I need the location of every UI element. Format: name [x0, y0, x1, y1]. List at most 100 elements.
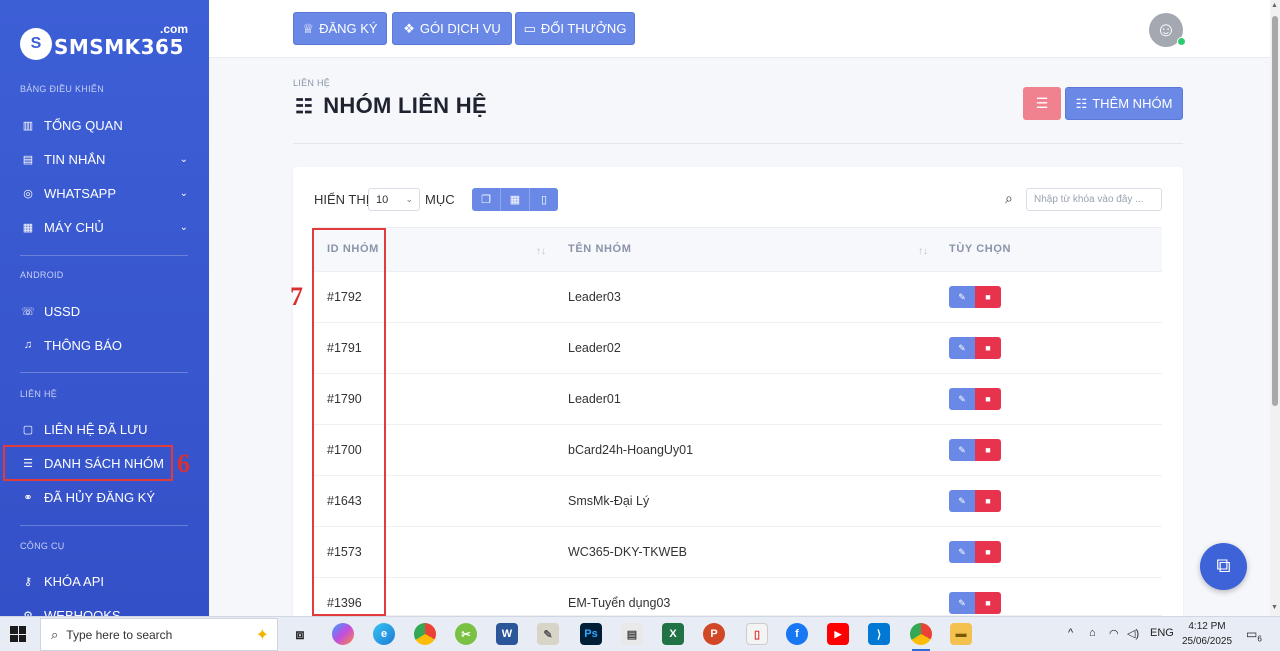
- sort-icon[interactable]: ↑↓: [918, 246, 928, 257]
- brand-suffix: .com: [160, 22, 189, 36]
- edit-button[interactable]: ✎: [949, 490, 975, 512]
- redeem-button[interactable]: ▭ ĐỔI THƯỞNG: [515, 12, 635, 45]
- annotation-marker-7: 7: [290, 282, 303, 311]
- taskbar-search-box[interactable]: ⌕ Type here to search ✦: [40, 618, 278, 651]
- photoshop-app-icon[interactable]: Ps: [580, 623, 602, 645]
- online-status-dot: [1177, 37, 1186, 46]
- task-view-icon[interactable]: ⧈: [289, 623, 311, 645]
- delete-button[interactable]: ■: [975, 286, 1001, 308]
- group-name: EM-Tuyển dụng03: [568, 596, 671, 610]
- sidebar-item-notifications[interactable]: ♫ THÔNG BÁO: [20, 332, 190, 358]
- trash-icon: ■: [985, 547, 991, 557]
- sidebar-item-whatsapp[interactable]: ◎ WHATSAPP ⌄: [20, 180, 190, 206]
- sort-icon[interactable]: ↑↓: [536, 246, 546, 257]
- delete-button[interactable]: ■: [975, 439, 1001, 461]
- sidebar-item-api-key[interactable]: ⚷ KHÓA API: [20, 568, 190, 594]
- chart-icon: ▥: [22, 119, 34, 132]
- trash-icon: ■: [985, 394, 991, 404]
- trash-icon: ■: [985, 496, 991, 506]
- tray-wifi-icon[interactable]: ◠: [1109, 627, 1119, 640]
- delete-button[interactable]: ■: [975, 541, 1001, 563]
- breadcrumb[interactable]: LIÊN HỆ: [293, 78, 330, 88]
- powerpoint-app-icon[interactable]: P: [703, 623, 725, 645]
- delete-button[interactable]: ■: [975, 337, 1001, 359]
- table-row: #1700 bCard24h-HoangUy01 ✎ ■: [314, 425, 1162, 476]
- greenshot-app-icon[interactable]: ✂: [455, 623, 477, 645]
- scroll-up-arrow-icon[interactable]: ▲: [1271, 2, 1278, 9]
- sidebar-item-messages[interactable]: ▤ TIN NHẮN ⌄: [20, 146, 190, 172]
- sidebar-item-unsubscribed[interactable]: ⚭ ĐÃ HỦY ĐĂNG KÝ: [20, 484, 190, 510]
- chrome-profile-app-icon[interactable]: [910, 623, 932, 645]
- delete-button[interactable]: ■: [975, 388, 1001, 410]
- grid-icon: ▦: [509, 194, 521, 206]
- edit-button[interactable]: ✎: [949, 541, 975, 563]
- tray-network-icon[interactable]: ⌂: [1089, 627, 1096, 639]
- scrollbar-thumb[interactable]: [1272, 16, 1278, 406]
- paint-app-icon[interactable]: ✎: [537, 623, 559, 645]
- search-input[interactable]: [1026, 188, 1162, 211]
- word-app-icon[interactable]: W: [496, 623, 518, 645]
- edge-app-icon[interactable]: e: [373, 623, 395, 645]
- edit-button[interactable]: ✎: [949, 337, 975, 359]
- sidebar-item-webhooks[interactable]: ⚙ WEBHOOKS: [20, 602, 190, 617]
- copilot-app-icon[interactable]: [332, 623, 354, 645]
- excel-app-icon[interactable]: X: [662, 623, 684, 645]
- entries-label: MỤC: [425, 192, 455, 207]
- youtube-app-icon[interactable]: ▶: [827, 623, 849, 645]
- sidebar-item-servers[interactable]: ▦ MÁY CHỦ ⌄: [20, 214, 190, 240]
- webhook-icon: ⚙: [23, 609, 33, 617]
- translate-fab-button[interactable]: ⧉: [1200, 543, 1247, 590]
- file-explorer-app-icon[interactable]: ▬: [950, 623, 972, 645]
- edit-button[interactable]: ✎: [949, 592, 975, 614]
- windows-taskbar: ⌕ Type here to search ✦ ⧈ e ✂ W ✎ Ps ▤ X…: [0, 616, 1280, 651]
- windows-start-icon[interactable]: [10, 626, 26, 642]
- group-name: Leader02: [568, 341, 621, 355]
- sidebar-divider: [20, 255, 188, 256]
- sidebar-item-overview[interactable]: ▥ TỔNG QUAN: [20, 112, 190, 138]
- sidebar-item-label: TIN NHẮN: [44, 151, 106, 167]
- chrome-app-icon[interactable]: [414, 623, 436, 645]
- notification-center-icon[interactable]: ▭6: [1246, 627, 1262, 643]
- brand-logo[interactable]: S SMSMK365 .com: [20, 22, 188, 60]
- group-name: WC365-DKY-TKWEB: [568, 545, 688, 559]
- excel-button[interactable]: ▦: [501, 188, 530, 211]
- sidebar-item-saved-contacts[interactable]: ▢ LIÊN HỆ ĐÃ LƯU: [20, 416, 190, 442]
- edit-button[interactable]: ✎: [949, 388, 975, 410]
- table-row: #1791 Leader02 ✎ ■: [314, 323, 1162, 374]
- sidebar-item-ussd[interactable]: ☏ USSD: [20, 298, 190, 324]
- group-name: SmsMk-Đại Lý: [568, 494, 650, 508]
- clock-time: 4:12 PM: [1188, 621, 1226, 632]
- taskbar-clock[interactable]: 4:12 PM 25/06/2025: [1176, 619, 1238, 649]
- facebook-app-icon[interactable]: f: [786, 623, 808, 645]
- tray-volume-icon[interactable]: ◁): [1127, 627, 1139, 640]
- page-size-select[interactable]: 10 ⌄: [368, 188, 420, 211]
- vscode-app-icon[interactable]: ⟩: [868, 623, 890, 645]
- register-button[interactable]: ♕ ĐĂNG KÝ: [293, 12, 387, 45]
- list-icon: ☷: [1075, 95, 1088, 111]
- service-package-button[interactable]: ❖ GÓI DỊCH VỤ: [392, 12, 512, 45]
- delete-button[interactable]: ■: [975, 592, 1001, 614]
- column-header-options: TÙY CHỌN: [949, 243, 1012, 255]
- page-title-text: NHÓM LIÊN HỆ: [323, 93, 487, 118]
- export-toolbar: ❐ ▦ ▯: [472, 188, 558, 211]
- delete-button[interactable]: ■: [975, 490, 1001, 512]
- table-header: ID NHÓM ↑↓ TÊN NHÓM ↑↓ TÙY CHỌN: [314, 227, 1162, 272]
- crown-icon: ♕: [302, 20, 315, 36]
- pdf-app-icon[interactable]: ▯: [746, 623, 768, 645]
- edit-icon: ✎: [958, 393, 966, 404]
- add-group-button[interactable]: ☷ THÊM NHÓM: [1065, 87, 1183, 120]
- tray-chevron-up-icon[interactable]: ^: [1068, 627, 1073, 639]
- translate-icon: ⧉: [1216, 555, 1231, 577]
- scroll-down-arrow-icon[interactable]: ▼: [1271, 604, 1278, 611]
- copy-button[interactable]: ❐: [472, 188, 501, 211]
- filter-button[interactable]: ☰: [1023, 87, 1061, 120]
- button-label: ĐỔI THƯỞNG: [540, 21, 627, 36]
- edit-button[interactable]: ✎: [949, 439, 975, 461]
- csv-button[interactable]: ▯: [530, 188, 558, 211]
- column-header-name[interactable]: TÊN NHÓM: [568, 243, 631, 255]
- edit-button[interactable]: ✎: [949, 286, 975, 308]
- page-scrollbar[interactable]: ▲ ▼: [1270, 0, 1280, 616]
- notepad-app-icon[interactable]: ▤: [621, 623, 643, 645]
- language-indicator[interactable]: ENG: [1150, 627, 1174, 639]
- section-android: ANDROID: [20, 270, 64, 280]
